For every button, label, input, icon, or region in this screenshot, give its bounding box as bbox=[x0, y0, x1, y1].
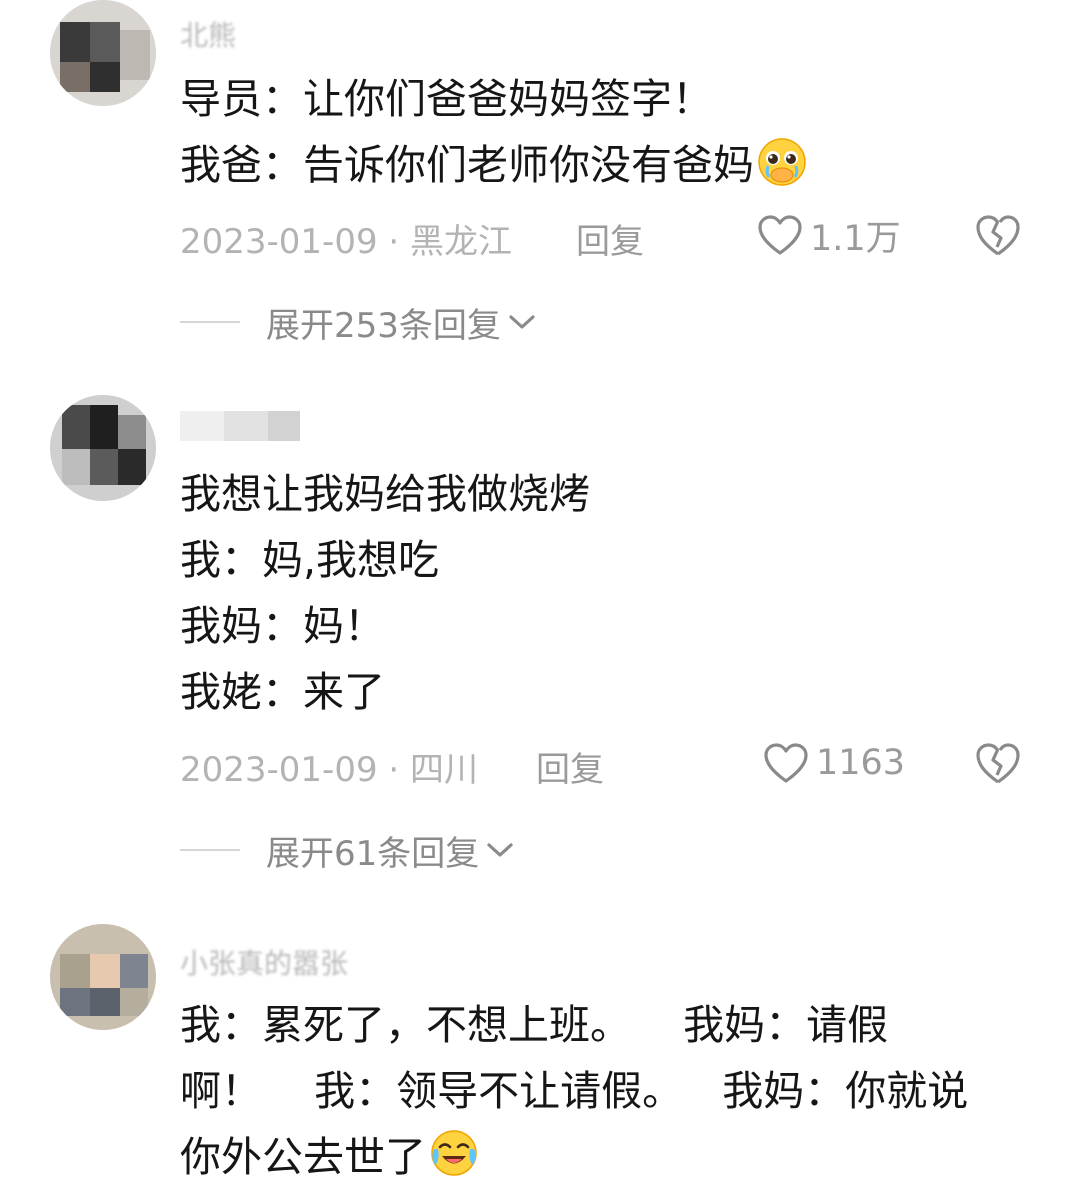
date-location: 2023-01-09 · 黑龙江 bbox=[180, 222, 513, 262]
comment-2: 我想让我妈给我做烧烤 我：妈,我想吃 我妈：妈！ 我姥：来了 2023-01-0… bbox=[0, 395, 1080, 895]
avatar[interactable] bbox=[50, 924, 156, 1030]
pleading-crying-face-icon bbox=[758, 138, 806, 186]
divider-line bbox=[180, 321, 240, 323]
expand-replies-button[interactable]: 展开61条回复 bbox=[180, 825, 515, 875]
comment-line: 导员：让你们爸爸妈妈签字！ bbox=[180, 75, 713, 123]
divider-line bbox=[180, 849, 240, 851]
comment-line-text: 你外公去世了 bbox=[180, 1133, 426, 1181]
broken-heart-icon[interactable] bbox=[974, 212, 1022, 258]
comment-line: 我想让我妈给我做烧烤 bbox=[180, 470, 590, 518]
reply-button[interactable]: 回复 bbox=[536, 742, 604, 791]
comment-line: 我爸：告诉你们老师你没有爸妈 bbox=[180, 132, 1040, 198]
username[interactable]: 北熊 bbox=[180, 14, 236, 52]
date-location: 2023-01-09 · 四川 bbox=[180, 750, 479, 790]
comment-line-text: 我爸：告诉你们老师你没有爸妈 bbox=[180, 141, 754, 189]
comment-line: 你外公去世了 bbox=[180, 1124, 1040, 1190]
like-button[interactable]: 1.1万 bbox=[756, 210, 901, 260]
expand-replies-button[interactable]: 展开253条回复 bbox=[180, 297, 537, 347]
comment-line: 我姥：来了 bbox=[180, 668, 385, 716]
avatar[interactable] bbox=[50, 0, 156, 106]
comment-line: 我妈：妈！ bbox=[180, 602, 385, 650]
chevron-down-icon bbox=[509, 315, 535, 329]
like-count: 1163 bbox=[816, 743, 906, 783]
like-button[interactable]: 1163 bbox=[762, 738, 905, 788]
comment-meta: 2023-01-09 · 四川 回复 1163 bbox=[0, 738, 1080, 791]
avatar[interactable] bbox=[50, 395, 156, 501]
heart-icon bbox=[764, 743, 808, 783]
comment-line: 啊！ 我：领导不让请假。 我妈：你就说 bbox=[180, 1067, 969, 1115]
expand-replies-label: 展开253条回复 bbox=[266, 305, 501, 346]
chevron-down-icon bbox=[487, 843, 513, 857]
comment-meta: 2023-01-09 · 黑龙江 回复 1.1万 bbox=[0, 210, 1080, 263]
comment-line: 我：累死了，不想上班。 我妈：请假 bbox=[180, 1001, 889, 1049]
expand-replies-label: 展开61条回复 bbox=[266, 833, 480, 874]
comment-3: 小张真的嚣张 我：累死了，不想上班。 我妈：请假 啊！ 我：领导不让请假。 我妈… bbox=[0, 924, 1080, 1181]
reply-button[interactable]: 回复 bbox=[576, 214, 644, 263]
comment-text: 导员：让你们爸爸妈妈签字！ 我爸：告诉你们老师你没有爸妈 bbox=[180, 66, 1040, 198]
heart-icon bbox=[758, 215, 802, 255]
like-count: 1.1万 bbox=[810, 218, 901, 259]
comment-line: 我：妈,我想吃 bbox=[180, 536, 440, 584]
username[interactable]: 小张真的嚣张 bbox=[180, 942, 348, 980]
comment-text: 我想让我妈给我做烧烤 我：妈,我想吃 我妈：妈！ 我姥：来了 bbox=[180, 461, 1040, 725]
username-redacted[interactable] bbox=[180, 411, 310, 441]
tears-of-joy-face-icon bbox=[431, 1130, 477, 1176]
comment-1: 北熊 导员：让你们爸爸妈妈签字！ 我爸：告诉你们老师你没有爸妈 2023-01-… bbox=[0, 0, 1080, 370]
broken-heart-icon[interactable] bbox=[974, 740, 1022, 786]
comment-text: 我：累死了，不想上班。 我妈：请假 啊！ 我：领导不让请假。 我妈：你就说 你外… bbox=[180, 992, 1040, 1190]
